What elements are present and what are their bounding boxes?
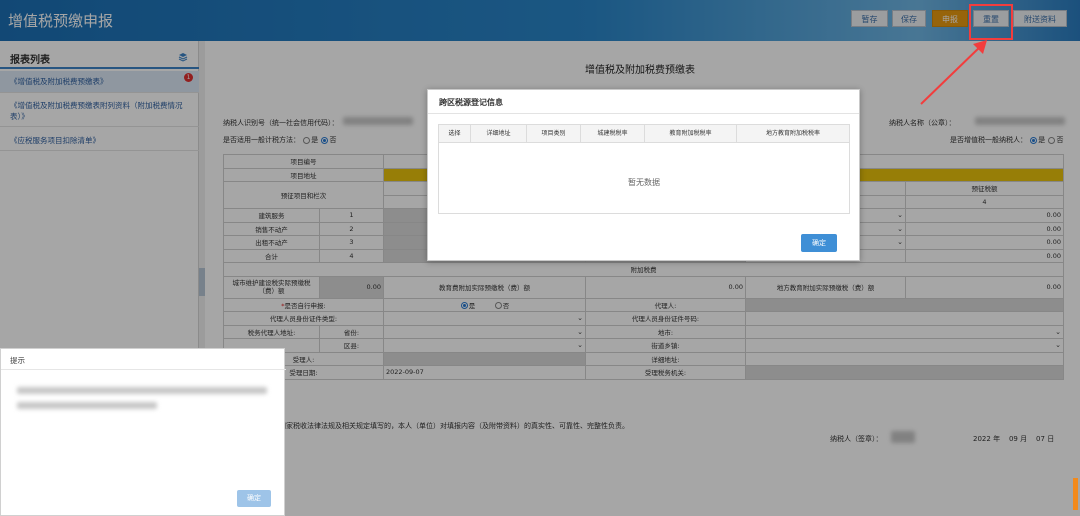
reset-highlight-box bbox=[969, 4, 1013, 40]
col-category: 项目类别 bbox=[527, 125, 581, 143]
tip-title: 提示 bbox=[10, 356, 25, 365]
tip-message-line bbox=[17, 402, 157, 409]
tip-dialog: 提示 确定 bbox=[0, 348, 286, 516]
col-address: 详细地址 bbox=[471, 125, 527, 143]
col-urban-rate: 城建税税率 bbox=[581, 125, 645, 143]
cross-region-dialog: 跨区税源登记信息 选择 详细地址 项目类别 城建税税率 教育附加税税率 地方教育… bbox=[427, 89, 860, 261]
empty-state-text: 暂无数据 bbox=[628, 178, 660, 187]
tip-divider bbox=[1, 369, 286, 370]
dialog-ok-button[interactable]: 确定 bbox=[801, 234, 837, 252]
dialog-title: 跨区税源登记信息 bbox=[439, 98, 503, 107]
col-select: 选择 bbox=[439, 125, 471, 143]
annotation-arrow-icon bbox=[920, 40, 987, 105]
tip-ok-button[interactable]: 确定 bbox=[237, 490, 271, 507]
table-header: 选择 详细地址 项目类别 城建税税率 教育附加税税率 地方教育附加税税率 bbox=[439, 125, 849, 143]
col-local-edu-rate: 地方教育附加税税率 bbox=[765, 130, 820, 137]
tax-source-table: 选择 详细地址 项目类别 城建税税率 教育附加税税率 地方教育附加税税率 暂无数… bbox=[438, 124, 850, 214]
tip-message-line bbox=[17, 387, 267, 394]
col-edu-rate: 教育附加税税率 bbox=[645, 125, 737, 143]
dialog-divider bbox=[428, 113, 859, 114]
scrollbar-thumb[interactable] bbox=[1073, 478, 1078, 510]
